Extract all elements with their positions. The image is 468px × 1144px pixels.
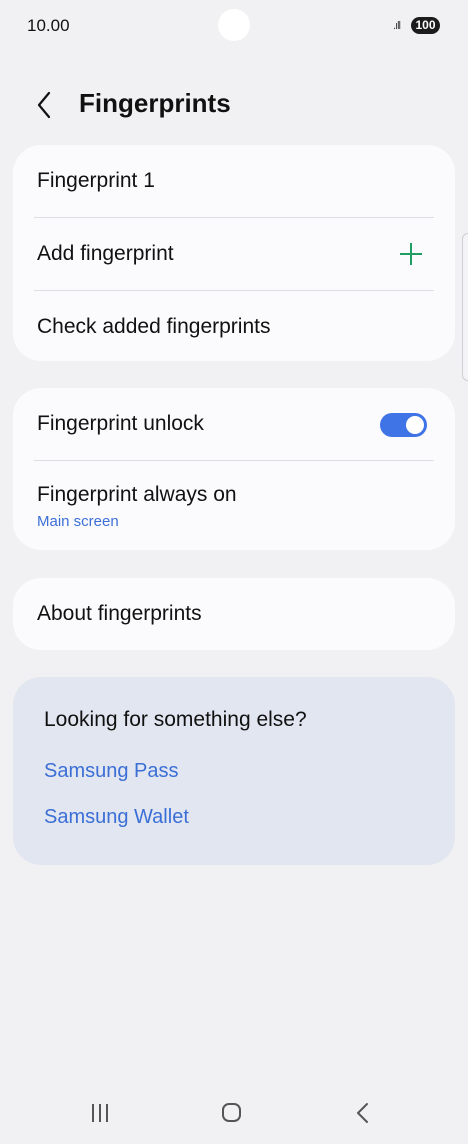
fingerprint-always-on-value: Main screen <box>37 513 119 530</box>
fingerprint-1-item[interactable]: Fingerprint 1 <box>13 145 455 218</box>
fingerprint-unlock-item[interactable]: Fingerprint unlock <box>13 388 455 461</box>
page-title: Fingerprints <box>79 88 231 118</box>
home-icon[interactable] <box>222 1103 241 1122</box>
battery-icon: 100 <box>411 17 440 34</box>
recents-icon[interactable] <box>90 1104 110 1122</box>
fingerprint-always-on-item[interactable]: Fingerprint always on Main screen <box>13 461 455 550</box>
back-icon[interactable] <box>352 1100 374 1126</box>
scroll-handle[interactable] <box>462 233 468 381</box>
samsung-wallet-link[interactable]: Samsung Wallet <box>44 806 189 829</box>
about-fingerprints-label: About fingerprints <box>37 602 202 625</box>
fingerprint-1-label: Fingerprint 1 <box>37 169 155 192</box>
fingerprint-always-on-label: Fingerprint always on <box>37 483 237 506</box>
navigation-bar <box>0 1086 468 1142</box>
camera-cutout <box>218 9 250 41</box>
back-button[interactable] <box>30 86 64 124</box>
fingerprint-unlock-label: Fingerprint unlock <box>37 412 204 435</box>
chevron-left-icon <box>37 91 51 119</box>
samsung-pass-link[interactable]: Samsung Pass <box>44 760 179 783</box>
signal-icon: .ıll <box>393 20 401 32</box>
toggle-knob <box>406 416 424 434</box>
fingerprint-unlock-toggle[interactable] <box>380 413 427 437</box>
about-card: About fingerprints <box>13 578 455 650</box>
add-fingerprint-label: Add fingerprint <box>37 242 174 265</box>
settings-card: Fingerprint unlock Fingerprint always on… <box>13 388 455 550</box>
header: Fingerprints <box>0 82 468 128</box>
suggestions-title: Looking for something else? <box>44 708 307 731</box>
status-time: 10.00 <box>27 16 70 35</box>
fingerprint-card: Fingerprint 1 Add fingerprint Check adde… <box>13 145 455 361</box>
add-fingerprint-item[interactable]: Add fingerprint <box>13 218 455 291</box>
check-added-fingerprints-label: Check added fingerprints <box>37 315 271 338</box>
status-bar: 10.00 .ıll 100 <box>0 0 468 52</box>
about-fingerprints-item[interactable]: About fingerprints <box>13 578 455 650</box>
suggestions-card: Looking for something else? Samsung Pass… <box>13 677 455 865</box>
check-added-fingerprints-item[interactable]: Check added fingerprints <box>13 291 455 364</box>
plus-icon[interactable] <box>400 243 422 265</box>
